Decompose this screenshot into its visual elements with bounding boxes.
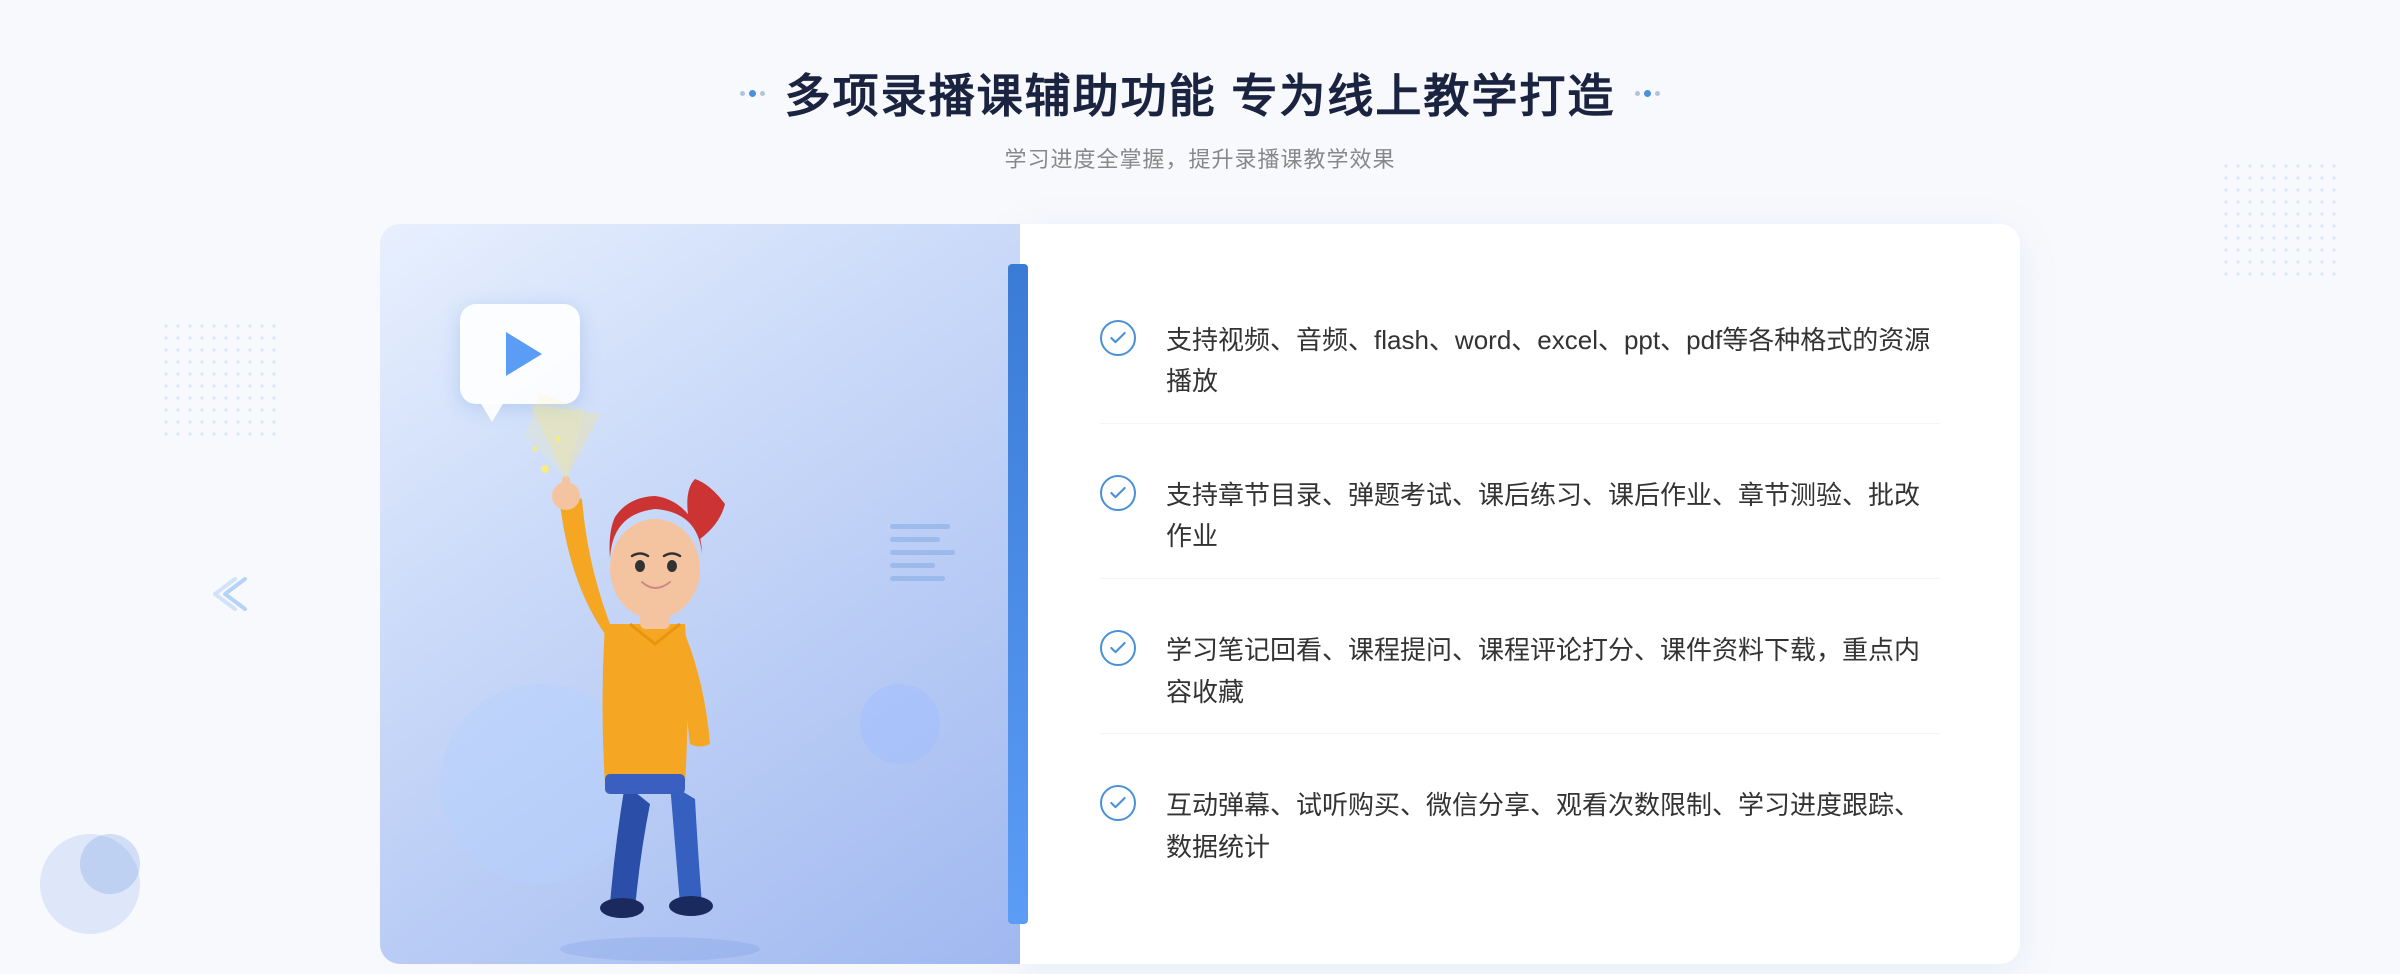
content-area: 支持视频、音频、flash、word、excel、ppt、pdf等各种格式的资源…: [380, 224, 2020, 964]
deco-circle-small: [860, 684, 940, 764]
header-decoration: 多项录播课辅助功能 专为线上教学打造: [740, 60, 1661, 126]
dot-pattern-right: [2220, 160, 2340, 280]
feature-item-4: 互动弹幕、试听购买、微信分享、观看次数限制、学习进度跟踪、数据统计: [1100, 765, 1940, 888]
feature-item-3: 学习笔记回看、课程提问、课程评论打分、课件资料下载，重点内容收藏: [1100, 610, 1940, 734]
feature-text-2: 支持章节目录、弹题考试、课后练习、课后作业、章节测验、批改作业: [1166, 475, 1940, 558]
check-icon-3: [1100, 630, 1136, 666]
check-icon-4: [1100, 785, 1136, 821]
decoration-dots-right: [1635, 90, 1660, 97]
check-icon-1: [1100, 320, 1136, 356]
feature-item-1: 支持视频、音频、flash、word、excel、ppt、pdf等各种格式的资源…: [1100, 300, 1940, 424]
illustration-panel: [380, 224, 1020, 964]
feature-item-2: 支持章节目录、弹题考试、课后练习、课后作业、章节测验、批改作业: [1100, 455, 1940, 579]
feature-text-4: 互动弹幕、试听购买、微信分享、观看次数限制、学习进度跟踪、数据统计: [1166, 785, 1940, 868]
page-container: 多项录播课辅助功能 专为线上教学打造 学习进度全掌握，提升录播课教学效果: [0, 0, 2400, 974]
accent-bar: [1008, 264, 1028, 924]
check-icon-2: [1100, 475, 1136, 511]
decoration-dots-left: [740, 90, 765, 97]
page-title: 多项录播课辅助功能 专为线上教学打造: [785, 60, 1616, 126]
dot-pattern-left: [160, 320, 280, 440]
stripe-deco-top: [890, 524, 960, 614]
header-section: 多项录播课辅助功能 专为线上教学打造 学习进度全掌握，提升录播课教学效果: [740, 0, 1661, 174]
feature-text-1: 支持视频、音频、flash、word、excel、ppt、pdf等各种格式的资源…: [1166, 320, 1940, 403]
figure-illustration: [460, 344, 840, 964]
features-panel: 支持视频、音频、flash、word、excel、ppt、pdf等各种格式的资源…: [1020, 224, 2020, 964]
page-subtitle: 学习进度全掌握，提升录播课教学效果: [740, 142, 1661, 174]
bottom-deco-circle-small: [80, 834, 140, 894]
feature-text-3: 学习笔记回看、课程提问、课程评论打分、课件资料下载，重点内容收藏: [1166, 630, 1940, 713]
